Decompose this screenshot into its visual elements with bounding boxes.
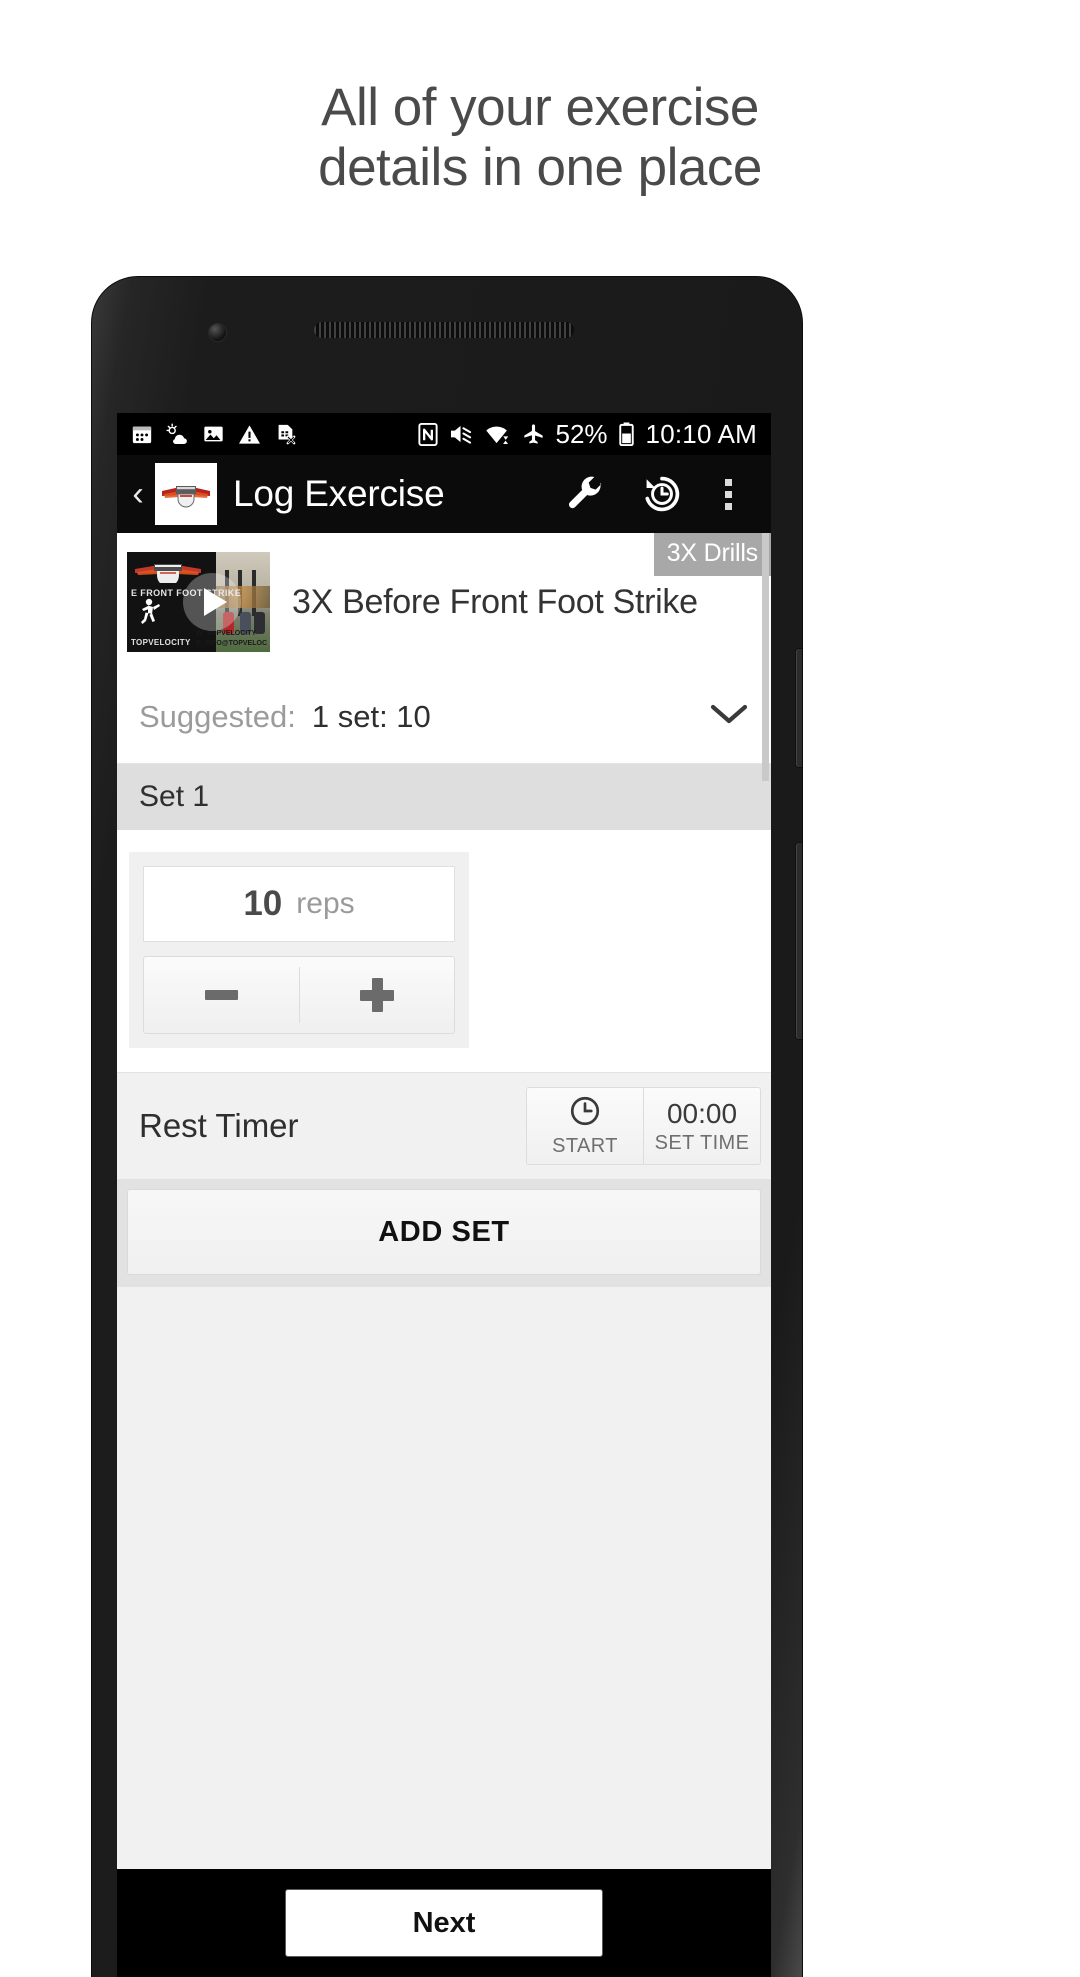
page-title-line-1: All of your exercise — [321, 78, 759, 137]
earpiece-speaker — [314, 322, 574, 338]
thumbnail-runner-figure — [139, 598, 163, 633]
suggested-value: 1 set: 10 — [311, 699, 431, 734]
thumbnail-contact-info: W: TOPVELOCITY E: INFO@TOPVELOC — [196, 629, 267, 648]
set-header-label: Set 1 — [139, 780, 210, 813]
minus-icon — [204, 990, 238, 1000]
page-title-line-2: details in one place — [318, 137, 762, 197]
status-bar-clock: 10:10 AM — [645, 418, 757, 449]
rest-timer-start-label: START — [552, 1135, 618, 1157]
reps-adjust-row — [143, 956, 455, 1034]
power-button[interactable] — [796, 843, 802, 1039]
battery-icon — [618, 422, 634, 446]
back-button[interactable]: ‹ — [123, 477, 153, 511]
chevron-down-icon[interactable] — [709, 702, 749, 733]
rest-timer-start-button[interactable]: START — [527, 1088, 643, 1164]
set-header: Set 1 — [117, 764, 771, 830]
phone-screen: 52% 10:10 AM ‹ Log Exercise 3X Drills E … — [117, 413, 771, 1977]
rest-timer-controls: START 00:00 SET TIME — [526, 1087, 761, 1165]
battery-percent: 52% — [555, 418, 608, 449]
front-camera-icon — [209, 324, 226, 341]
volume-button[interactable] — [796, 649, 802, 767]
next-button[interactable]: Next — [285, 1889, 603, 1957]
reps-stepper: 10 reps — [129, 852, 469, 1048]
wrench-icon[interactable] — [545, 455, 623, 533]
suggested-label: Suggested: — [139, 699, 296, 734]
thumbnail-footer-brand: TOPVELOCITY — [131, 638, 191, 647]
decrement-reps-button[interactable] — [144, 957, 299, 1033]
exercise-card: 3X Drills E FRONT FOOT STRIKE TOPVELOCIT… — [117, 533, 771, 764]
warning-icon — [238, 424, 261, 445]
screen-content: 3X Drills E FRONT FOOT STRIKE TOPVELOCIT… — [117, 533, 771, 1977]
reps-unit-label: reps — [296, 887, 355, 920]
status-bar: 52% 10:10 AM — [117, 413, 771, 455]
add-set-container: ADD SET — [117, 1179, 771, 1287]
bottom-action-bar: Next — [117, 1869, 771, 1977]
add-set-button[interactable]: ADD SET — [127, 1189, 761, 1275]
clock-icon — [568, 1094, 602, 1133]
plus-icon — [359, 978, 394, 1012]
reps-value: 10 — [243, 884, 283, 923]
exercise-title: 3X Before Front Foot Strike — [292, 582, 698, 621]
app-bar-title: Log Exercise — [233, 473, 445, 514]
volume-mute-icon — [449, 423, 474, 445]
rest-timer-set-time-button[interactable]: 00:00 SET TIME — [643, 1088, 760, 1164]
status-bar-left-icons — [131, 423, 296, 445]
topvelocity-logo[interactable] — [155, 463, 217, 525]
suggested-row[interactable]: Suggested: 1 set: 10 — [117, 671, 771, 764]
sim-removed-icon — [274, 423, 296, 445]
airplane-mode-icon — [522, 423, 545, 445]
scrollbar[interactable] — [762, 533, 769, 781]
set-body: 10 reps — [117, 533, 771, 1072]
nfc-icon — [417, 422, 438, 446]
photo-icon — [202, 423, 225, 445]
rest-timer-value: 00:00 — [666, 1097, 738, 1129]
phone-mockup: 52% 10:10 AM ‹ Log Exercise 3X Drills E … — [92, 277, 802, 1977]
exercise-video-row[interactable]: E FRONT FOOT STRIKE TOPVELOCITY W: TOPVE… — [117, 533, 771, 671]
increment-reps-button[interactable] — [300, 957, 455, 1033]
rest-timer-label: Rest Timer — [139, 1107, 299, 1144]
video-thumbnail[interactable]: E FRONT FOOT STRIKE TOPVELOCITY W: TOPVE… — [127, 552, 270, 652]
history-icon[interactable] — [623, 455, 701, 533]
status-bar-right-icons: 52% 10:10 AM — [417, 418, 758, 450]
phone-top-bezel — [92, 277, 802, 417]
thumbnail-contact-line-2: E: INFO@TOPVELOC — [196, 639, 267, 647]
app-bar-actions — [545, 455, 755, 533]
page-title: All of your exercise details in one plac… — [0, 78, 1080, 198]
overflow-menu-icon[interactable] — [701, 455, 755, 533]
play-icon[interactable] — [183, 573, 241, 631]
wifi-icon — [485, 423, 511, 445]
rest-timer-row: Rest Timer START 00:00 SET TIME — [117, 1072, 771, 1179]
rest-timer-set-time-label: SET TIME — [654, 1131, 750, 1154]
reps-input[interactable]: 10 reps — [143, 866, 455, 942]
calendar-icon — [131, 423, 153, 445]
app-bar: ‹ Log Exercise — [117, 455, 771, 533]
weather-icon — [166, 423, 189, 445]
